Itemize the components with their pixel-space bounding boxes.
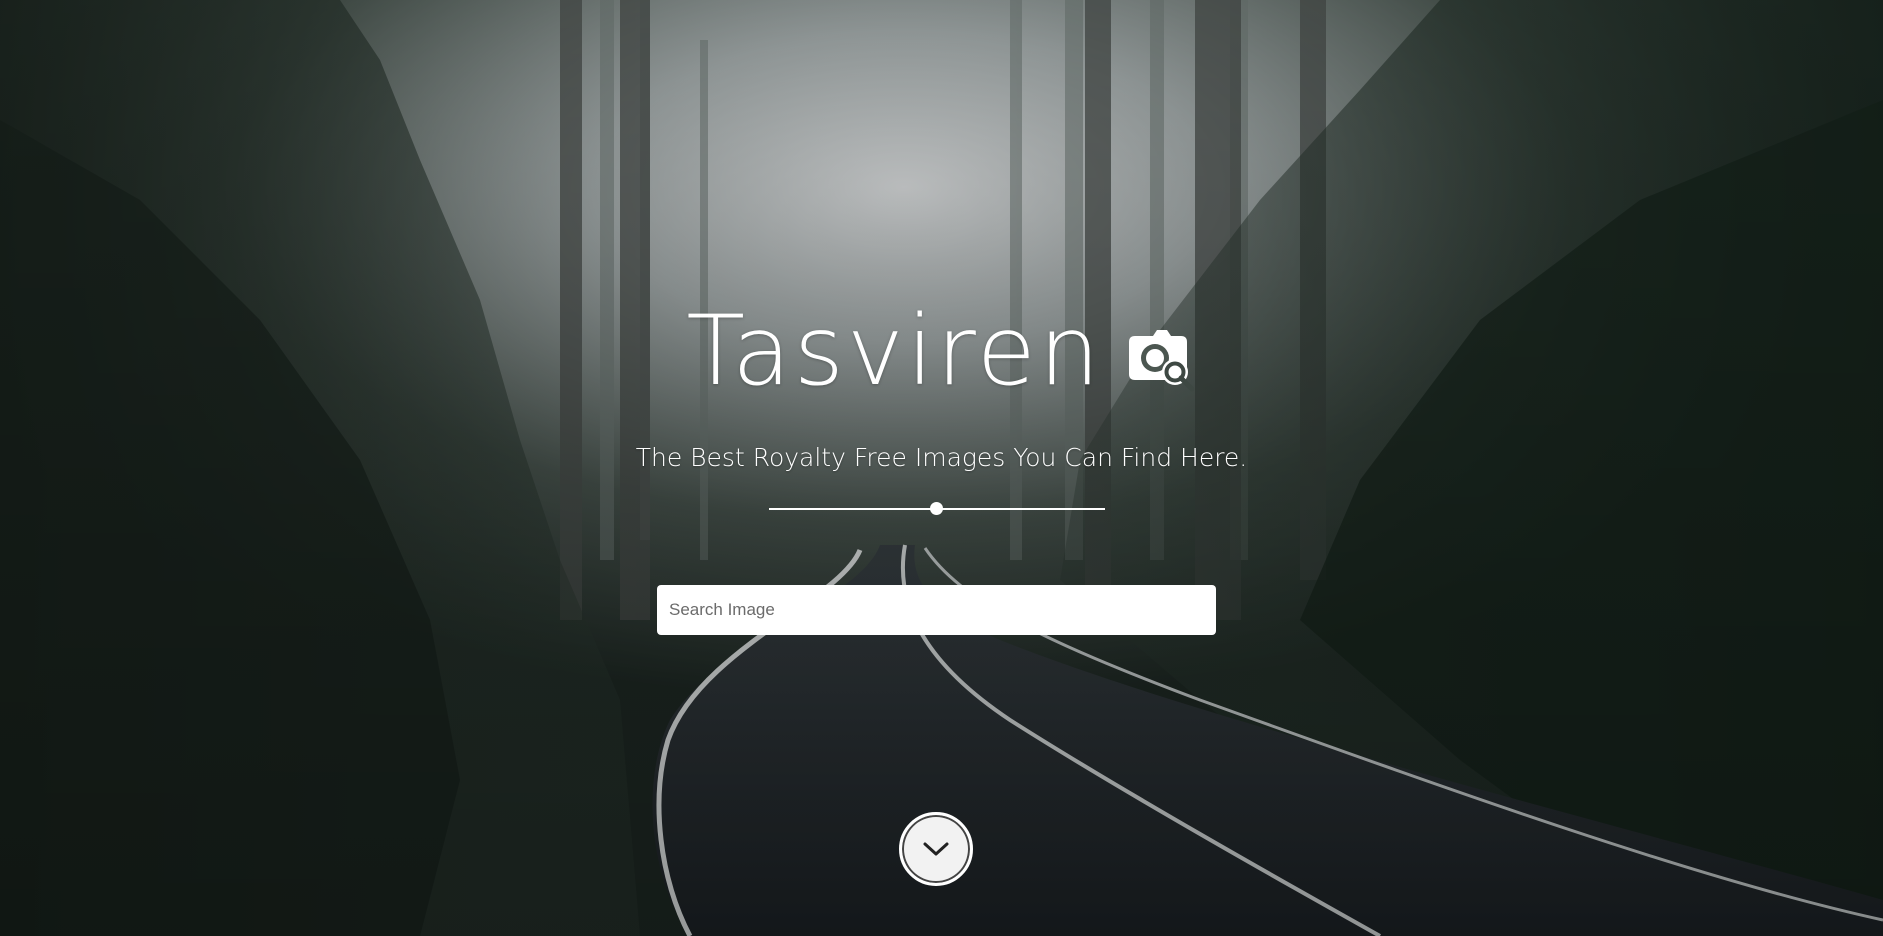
hero-content: Tasviren The Best Royalty Free Images Yo… (0, 0, 1883, 936)
divider-dot (930, 502, 943, 515)
tagline: The Best Royalty Free Images You Can Fin… (635, 443, 1248, 472)
camera-search-icon (1128, 330, 1195, 392)
site-title: Tasviren (686, 295, 1103, 407)
hero-section: Tasviren The Best Royalty Free Images Yo… (0, 0, 1883, 936)
scroll-down-button[interactable] (899, 812, 973, 886)
search-input[interactable] (657, 585, 1216, 635)
chevron-down-icon (923, 842, 949, 856)
title-row: Tasviren (0, 296, 1883, 406)
